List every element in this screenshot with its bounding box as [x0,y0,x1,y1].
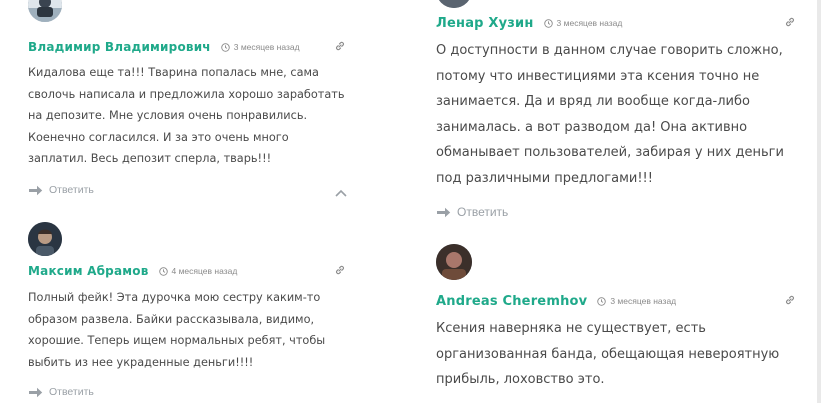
comment-meta: Ленар Хузин 3 месяцев назад [436,14,796,32]
comment-time-text: 3 месяцев назад [556,18,623,28]
comment-author[interactable]: Andreas Cheremhov [436,294,587,309]
comment-time: 4 месяцев назад [158,266,238,276]
reply-label: Ответить [49,386,94,398]
comment-time: 3 месяцев назад [221,42,300,52]
clock-icon [543,18,553,28]
reply-button[interactable]: Ответить [436,205,508,219]
avatar[interactable] [28,222,62,256]
reply-button[interactable]: Ответить [28,184,94,196]
comment-author[interactable]: Ленар Хузин [436,16,534,31]
avatar[interactable] [436,0,472,8]
comment-time-text: 3 месяцев назад [610,296,677,306]
link-icon[interactable] [334,40,346,52]
reply-arrow-icon [29,185,43,195]
comment-author[interactable]: Владимир Владимирович [28,40,211,54]
reply-arrow-icon [29,387,43,397]
comment-text: Полный фейк! Эта дурочка мою сестру каки… [28,291,326,369]
comment-author[interactable]: Максим Абрамов [28,264,149,278]
reply-label: Ответить [49,184,94,196]
link-icon[interactable] [784,294,796,306]
link-icon[interactable] [334,264,346,276]
comment-text: Ксения наверняка не существует, есть орг… [436,321,780,387]
comment-meta: Максим Абрамов 4 месяцев назад [28,262,350,280]
reply-label: Ответить [457,205,509,219]
comment-text: Кидалова еще та!!! Тварина попалась мне,… [28,66,345,165]
chevron-up-icon[interactable] [334,188,348,198]
comment-time: 3 месяцев назад [597,296,676,306]
link-icon[interactable] [784,16,796,28]
clock-icon [597,296,607,306]
avatar[interactable] [28,0,62,22]
clock-icon [221,42,230,52]
comment-time-text: 4 месяцев назад [171,266,238,276]
avatar[interactable] [436,244,472,280]
reply-button[interactable]: Ответить [28,386,94,398]
comment-text: О доступности в данном случае говорить с… [436,43,784,186]
scrollbar[interactable] [817,0,821,403]
comment-meta: Владимир Владимирович 3 месяцев назад [28,38,350,56]
comment-time-text: 3 месяцев назад [233,42,300,52]
comment-meta: Andreas Cheremhov 3 месяцев назад [436,292,796,310]
comment-time: 3 месяцев назад [543,18,623,28]
reply-arrow-icon [437,207,451,217]
clock-icon [158,266,168,276]
